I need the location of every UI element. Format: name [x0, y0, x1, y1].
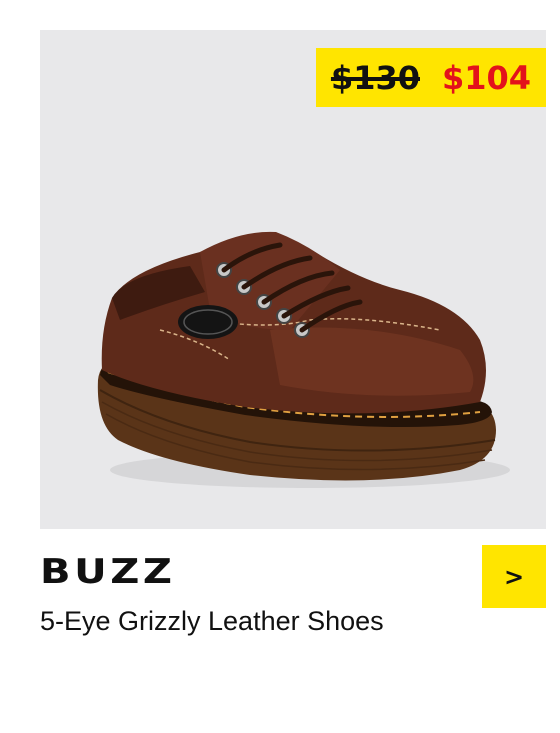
sale-price: $104 — [442, 58, 532, 97]
product-name[interactable]: BUZZ — [40, 552, 176, 592]
view-product-button[interactable]: > — [482, 545, 546, 608]
product-image[interactable]: $130 $104 — [40, 30, 546, 529]
product-card[interactable]: $130 $104 BUZZ 5-Eye Grizzly Leather Sho… — [0, 0, 560, 733]
price-badge: $130 $104 — [316, 48, 546, 107]
original-price: $130 — [330, 58, 420, 97]
product-description[interactable]: 5-Eye Grizzly Leather Shoes — [40, 606, 384, 637]
